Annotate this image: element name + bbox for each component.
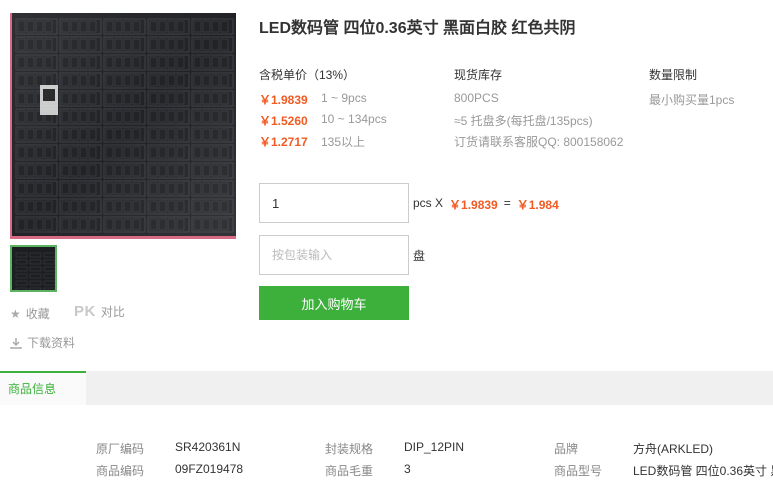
compare-label: 对比 <box>100 305 125 319</box>
tier-price: ￥1.5260 <box>259 114 308 128</box>
stock-header: 现货库存 <box>454 68 503 82</box>
tier-price: ￥1.2717 <box>259 135 308 149</box>
info-label: 商品编码 <box>96 464 145 478</box>
info-label: 品牌 <box>554 442 579 456</box>
equals-sign: = <box>503 196 511 210</box>
compare-button[interactable]: PK 对比 <box>74 303 125 320</box>
price-tier: ￥1.9839 1 ~ 9pcs <box>259 91 367 108</box>
product-photo <box>12 13 236 236</box>
product-main-image[interactable] <box>10 13 236 239</box>
star-icon: ★ <box>10 306 21 321</box>
stock-quantity: 800PCS <box>454 91 499 105</box>
limit-header: 数量限制 <box>649 68 698 82</box>
product-thumbnail[interactable] <box>10 245 57 292</box>
product-title: LED数码管 四位0.36英寸 黑面白胶 红色共阴 <box>259 20 576 37</box>
price-tier: ￥1.2717 135以上 <box>259 133 365 150</box>
add-to-cart-button[interactable]: 加入购物车 <box>259 286 409 320</box>
price-header: 含税单价（13%） <box>259 68 356 82</box>
tab-product-info[interactable]: 商品信息 <box>0 371 86 405</box>
favorite-label: 收藏 <box>25 307 50 321</box>
info-value: 09FZ019478 <box>175 462 244 476</box>
stock-contact: 订货请联系客服QQ: 800158062 <box>454 135 624 149</box>
min-purchase: 最小购买量1pcs <box>649 93 735 107</box>
stock-trays: ≈5 托盘多(每托盘/135pcs) <box>454 114 593 128</box>
package-unit-label: 盘 <box>413 249 426 263</box>
unit-price: ￥1.9839 <box>449 198 498 212</box>
total-price: ￥1.984 <box>516 198 559 212</box>
tier-range: 1 ~ 9pcs <box>321 91 367 105</box>
package-input[interactable] <box>259 235 409 275</box>
tab-bar: 商品信息 <box>0 371 773 405</box>
download-icon <box>10 337 22 349</box>
tier-price: ￥1.9839 <box>259 93 308 107</box>
pk-icon: PK <box>74 303 96 320</box>
info-label: 原厂编码 <box>96 442 145 456</box>
download-label: 下载资料 <box>27 336 76 350</box>
qty-unit: pcs X <box>413 196 444 210</box>
price-calculation: pcs X ￥1.9839 = ￥1.984 <box>413 196 559 213</box>
info-value: 方舟(ARKLED) <box>633 442 714 456</box>
info-label: 封装规格 <box>325 442 374 456</box>
info-label: 商品型号 <box>554 464 603 478</box>
info-value: 3 <box>404 462 411 476</box>
download-docs-link[interactable]: 下载资料 <box>10 334 75 351</box>
info-label: 商品毛重 <box>325 464 374 478</box>
tier-range: 135以上 <box>321 135 366 149</box>
price-tier: ￥1.5260 10 ~ 134pcs <box>259 112 387 129</box>
tier-range: 10 ~ 134pcs <box>321 112 387 126</box>
info-value: SR420361N <box>175 440 241 454</box>
quantity-input[interactable] <box>259 183 409 223</box>
favorite-button[interactable]: ★ 收藏 <box>10 305 50 322</box>
info-value: LED数码管 四位0.36英寸 黑面白胶 红色共阴 <box>633 464 773 478</box>
thumbnail-image <box>12 247 55 290</box>
info-value: DIP_12PIN <box>404 440 465 454</box>
